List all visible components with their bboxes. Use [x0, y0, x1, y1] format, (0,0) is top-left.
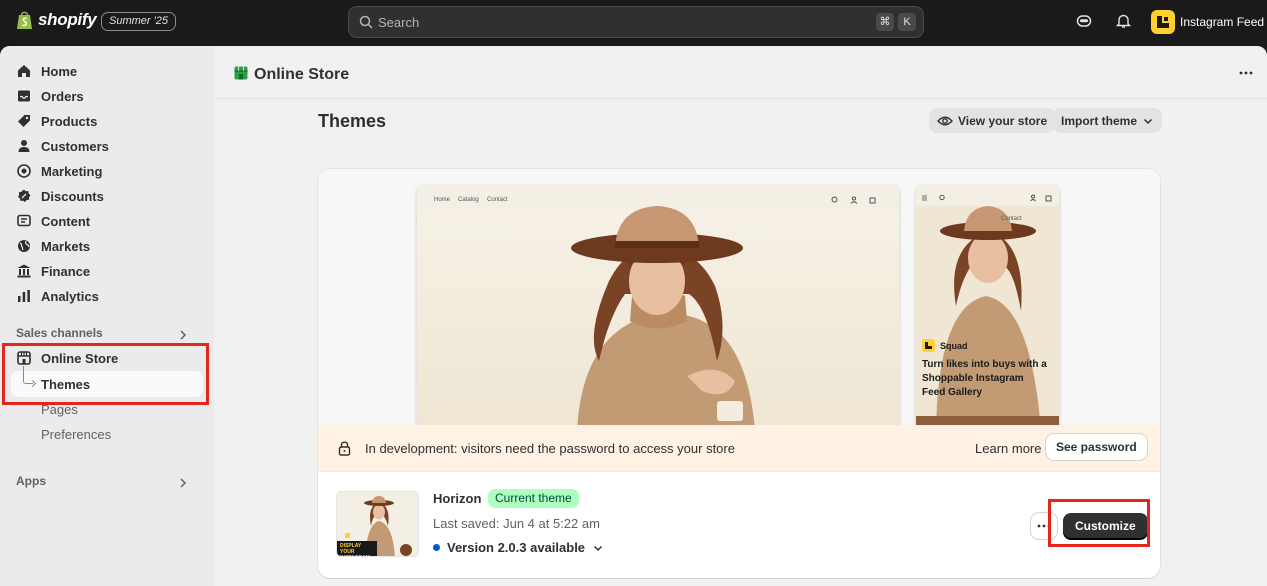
- mobile-preview[interactable]: Contact Squad Turn likes into buys with …: [916, 186, 1059, 431]
- sidebar-item-markets[interactable]: Markets: [16, 234, 90, 258]
- learn-more-link[interactable]: Learn more: [975, 441, 1041, 456]
- shopify-logo[interactable]: shopify: [16, 10, 97, 30]
- sidekick-icon[interactable]: [1076, 13, 1092, 29]
- highlight-box-online-store: [2, 343, 209, 405]
- theme-preview-area[interactable]: Home Catalog Contact Contact Squad Turn …: [318, 169, 1160, 431]
- store-avatar[interactable]: [1151, 10, 1175, 34]
- model-photo: [417, 206, 899, 431]
- view-store-button[interactable]: View your store: [929, 108, 1056, 133]
- inbox-icon: [18, 90, 30, 102]
- more-options-icon[interactable]: [1239, 71, 1253, 75]
- sidebar-item-label: Products: [41, 113, 98, 129]
- sidebar-item-marketing[interactable]: Marketing: [16, 159, 102, 183]
- import-theme-label: Import theme: [1061, 113, 1138, 128]
- command-key: ⌘: [876, 13, 894, 31]
- search-placeholder: Search: [378, 15, 420, 30]
- target-icon: [17, 164, 31, 178]
- store-name[interactable]: Instagram Feed: [1180, 15, 1264, 29]
- mobile-promo-text: Turn likes into buys with a Shoppable In…: [922, 359, 1047, 398]
- logo-text: shopify: [38, 10, 97, 29]
- person-icon: [18, 140, 30, 152]
- current-theme-card: Home Catalog Contact Contact Squad Turn …: [318, 169, 1160, 578]
- theme-thumbnail[interactable]: DISPLAY YOUR INSTAGRAM: [336, 491, 419, 557]
- page-header: Online Store: [214, 46, 1267, 99]
- chart-icon: [18, 290, 30, 302]
- theme-row: DISPLAY YOUR INSTAGRAM Horizon Current t…: [318, 471, 1160, 578]
- development-banner: In development: visitors need the passwo…: [318, 425, 1160, 471]
- lock-icon: [338, 441, 351, 456]
- highlight-box-customize: [1048, 499, 1150, 547]
- version-available-dropdown[interactable]: Version 2.0.3 available: [433, 540, 604, 555]
- chevron-right-icon[interactable]: [177, 477, 189, 489]
- desktop-preview[interactable]: Home Catalog Contact: [417, 186, 899, 431]
- sidebar-item-label: Marketing: [41, 163, 103, 179]
- sidebar-item-discounts[interactable]: Discounts: [16, 184, 104, 208]
- sidebar: Home Orders Products Customers Marketing…: [0, 46, 214, 586]
- sidebar-item-label: Finance: [41, 263, 91, 279]
- top-bar: shopify Summer '25 Search ⌘ K Instagram …: [0, 0, 1267, 46]
- apps-label[interactable]: Apps: [16, 474, 46, 488]
- sidebar-item-analytics[interactable]: Analytics: [16, 284, 99, 308]
- home-icon: [18, 65, 30, 77]
- chevron-right-icon[interactable]: [177, 329, 189, 341]
- edition-badge[interactable]: Summer '25: [101, 12, 176, 31]
- mobile-header-icons: [922, 194, 1052, 202]
- discount-icon: [18, 189, 31, 202]
- chevron-down-icon: [594, 545, 603, 551]
- see-password-button[interactable]: See password: [1046, 434, 1147, 460]
- sidebar-item-home[interactable]: Home: [16, 59, 77, 83]
- store-logo-icon: [1157, 16, 1169, 28]
- bank-icon: [17, 264, 31, 278]
- sales-channels-label[interactable]: Sales channels: [16, 326, 103, 340]
- import-theme-button[interactable]: Import theme: [1053, 108, 1163, 133]
- sidebar-item-label: Home: [41, 63, 78, 79]
- eye-icon: [937, 116, 953, 125]
- shopify-bag-icon: [17, 11, 32, 29]
- sidebar-item-label: Content: [41, 213, 91, 229]
- update-indicator-dot: [433, 544, 440, 551]
- themes-heading: Themes: [318, 111, 387, 131]
- theme-name: Horizon: [433, 491, 482, 506]
- sidebar-item-label: Discounts: [41, 188, 104, 204]
- sidebar-item-finance[interactable]: Finance: [16, 259, 90, 283]
- search-icon: [359, 15, 373, 29]
- content-icon: [17, 214, 31, 227]
- squad-logo-icon: [922, 339, 935, 352]
- sidebar-item-content[interactable]: Content: [16, 209, 90, 233]
- last-saved-text: Last saved: Jun 4 at 5:22 am: [433, 516, 600, 531]
- sidebar-item-label: Markets: [41, 238, 91, 254]
- page-title: Online Store: [254, 66, 350, 83]
- online-store-icon: [234, 66, 248, 80]
- globe-icon: [18, 240, 30, 252]
- bell-icon[interactable]: [1116, 13, 1131, 29]
- sidebar-item-products[interactable]: Products: [16, 109, 97, 133]
- chevron-down-icon: [1143, 118, 1153, 124]
- sidebar-item-label: Orders: [41, 88, 84, 104]
- sidebar-item-orders[interactable]: Orders: [16, 84, 84, 108]
- search-input[interactable]: Search ⌘ K: [348, 6, 924, 38]
- sidebar-item-label: Customers: [41, 138, 109, 154]
- version-text: Version 2.0.3 available: [447, 540, 586, 555]
- current-theme-badge: Current theme: [488, 489, 579, 508]
- mobile-brand-label: Squad: [940, 341, 968, 351]
- sidebar-item-label: Analytics: [41, 288, 99, 304]
- thumbnail-caption: DISPLAY YOUR INSTAGRAM: [340, 543, 370, 556]
- tag-icon: [18, 115, 30, 127]
- sidebar-item-preferences[interactable]: Preferences: [41, 427, 111, 442]
- development-banner-text: In development: visitors need the passwo…: [365, 441, 735, 456]
- mobile-nav-contact: Contact: [1001, 216, 1022, 222]
- view-store-label: View your store: [958, 113, 1048, 128]
- sidebar-item-customers[interactable]: Customers: [16, 134, 109, 158]
- k-key: K: [898, 13, 916, 31]
